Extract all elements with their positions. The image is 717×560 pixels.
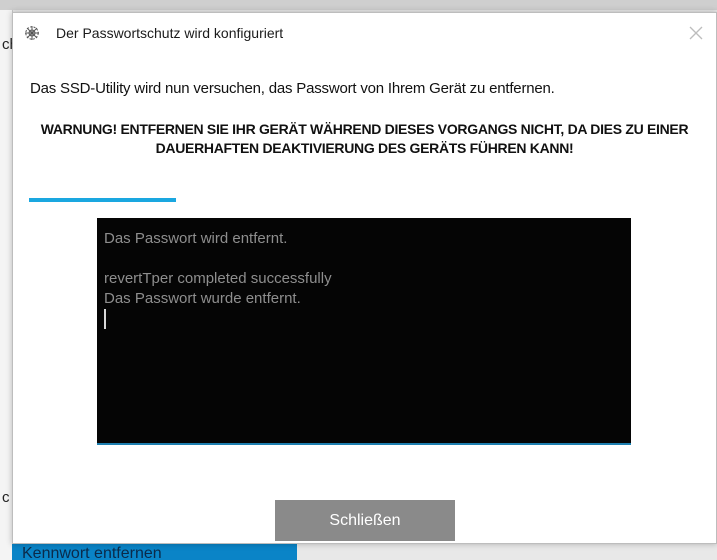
background-topbar (0, 0, 717, 10)
gear-icon (24, 25, 40, 41)
password-protection-dialog: Der Passwortschutz wird konfiguriert Das… (12, 12, 717, 544)
console-output: Das Passwort wird entfernt. revertTper c… (97, 218, 631, 445)
close-icon[interactable] (686, 23, 706, 43)
console-line: revertTper completed successfully (104, 270, 332, 287)
console-caret-line (104, 309, 624, 329)
info-message: Das SSD-Utility wird nun versuchen, das … (30, 80, 555, 97)
console-line: Das Passwort wurde entfernt. (104, 290, 301, 307)
text-caret (104, 309, 106, 329)
background-text-fragment: c (2, 489, 10, 506)
dialog-titlebar: Der Passwortschutz wird konfiguriert (13, 13, 716, 53)
progress-bar-fill (29, 198, 177, 202)
warning-message: WARNUNG! ENTFERNEN SIE IHR GERÄT WÄHREND… (40, 121, 689, 156)
dialog-title: Der Passwortschutz wird konfiguriert (56, 25, 284, 41)
progress-bar (29, 198, 669, 202)
console-line: Das Passwort wird entfernt. (104, 230, 288, 247)
close-button[interactable]: Schließen (275, 500, 455, 541)
